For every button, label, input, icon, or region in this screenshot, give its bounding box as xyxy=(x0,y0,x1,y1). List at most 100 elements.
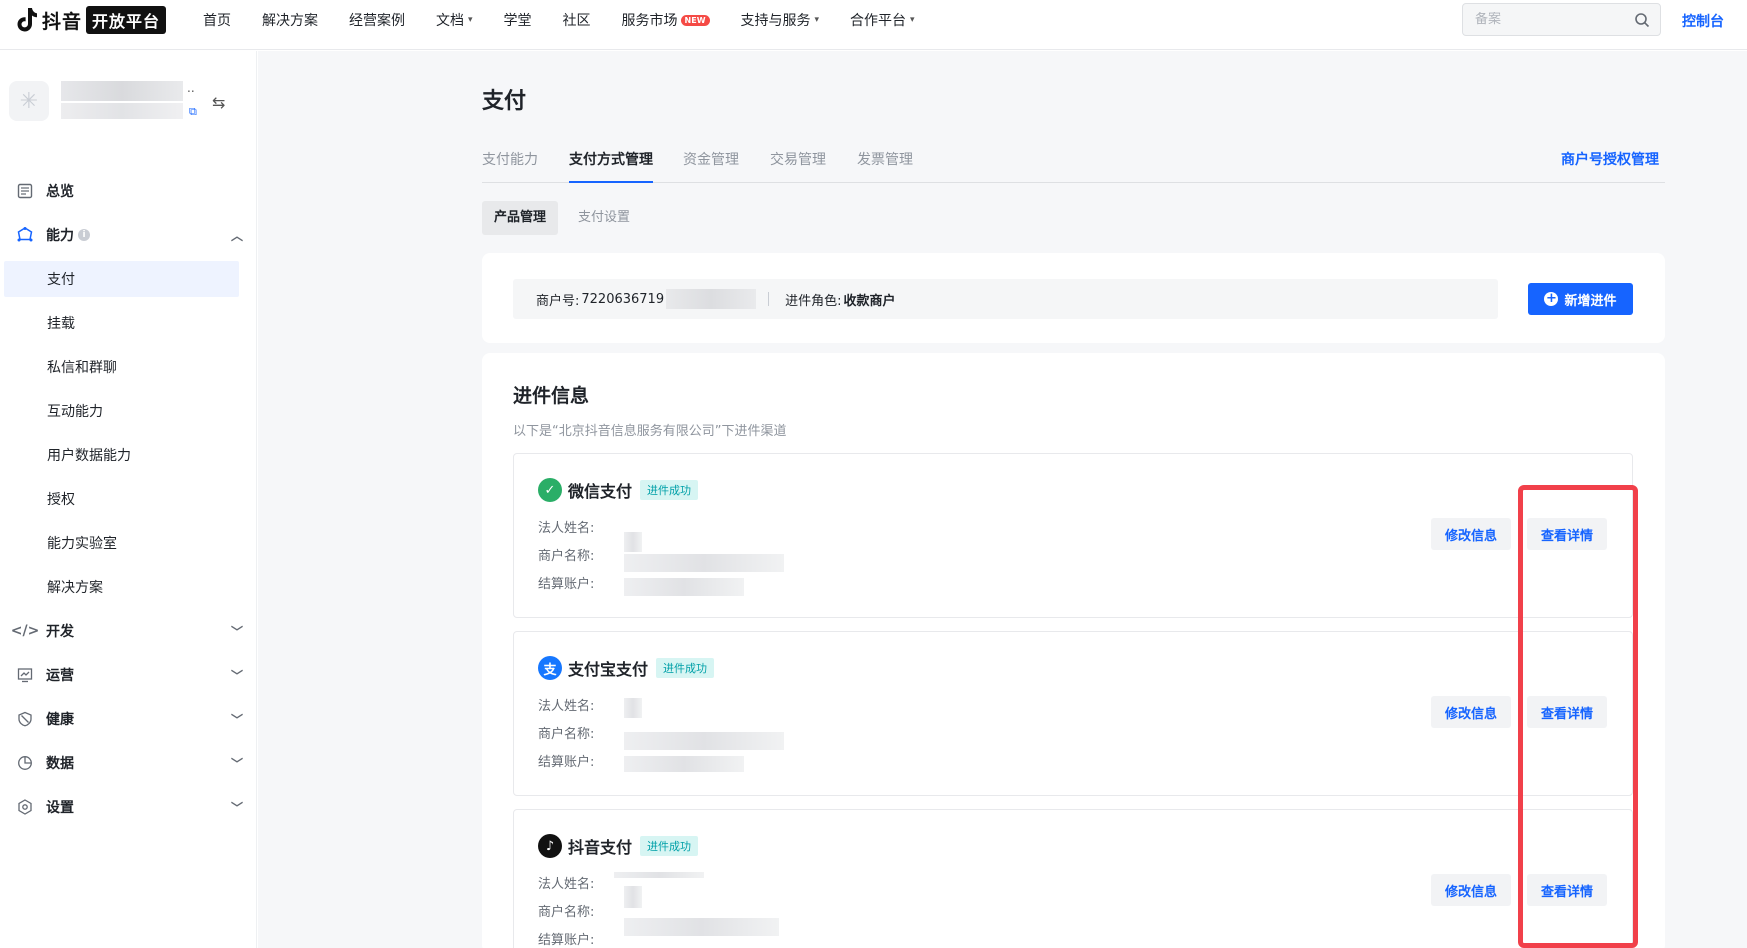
application-info-card: 进件信息 以下是“北京抖音信息服务有限公司”下进件渠道 ✓ 微信支付 进件成功 … xyxy=(482,353,1665,948)
sidebar-item-develop[interactable]: </> 开发 ﹀ xyxy=(0,609,257,653)
sidebar-item-data[interactable]: 数据 ﹀ xyxy=(0,741,257,785)
status-badge: 进件成功 xyxy=(656,658,715,678)
app-id-redacted xyxy=(61,103,183,119)
role-label: 进件角色: xyxy=(785,293,842,309)
nav-item-academy[interactable]: 学堂 xyxy=(504,10,532,30)
search-input[interactable] xyxy=(1475,12,1625,27)
status-badge: 进件成功 xyxy=(640,480,699,500)
sidebar-item-mount[interactable]: 挂载 xyxy=(0,301,257,345)
merchant-card: 商户号: 7220636719 进件角色: 收款商户 + 新增进件 xyxy=(482,253,1665,343)
new-badge: NEW xyxy=(680,14,710,26)
settings-icon xyxy=(16,798,34,816)
sidebar-menu: 总览 能力 i ︿ 支付 挂载 私信和群聊 互动能力 用户数据能力 授权 能力实… xyxy=(0,169,257,829)
add-application-button[interactable]: + 新增进件 xyxy=(1528,283,1633,315)
console-link[interactable]: 控制台 xyxy=(1682,11,1724,31)
legal-name-redacted xyxy=(614,872,704,878)
nav-item-solutions[interactable]: 解决方案 xyxy=(262,10,318,30)
app-avatar[interactable]: ✳ xyxy=(9,81,49,121)
sidebar-item-interaction[interactable]: 互动能力 xyxy=(0,389,257,433)
legal-name-label: 法人姓名: xyxy=(538,521,595,536)
legal-name-label: 法人姓名: xyxy=(538,699,595,714)
tab-funds[interactable]: 资金管理 xyxy=(683,149,739,183)
operation-icon xyxy=(16,666,34,684)
search-icon[interactable] xyxy=(1634,12,1650,28)
search-box xyxy=(1462,3,1661,36)
subtab-bar: 产品管理 支付设置 xyxy=(482,201,650,235)
chevron-up-icon: ︿ xyxy=(230,229,243,243)
edit-info-button[interactable]: 修改信息 xyxy=(1431,874,1511,906)
tab-invoices[interactable]: 发票管理 xyxy=(857,149,913,183)
payment-fields: 法人姓名: 商户名称: 结算账户: xyxy=(538,696,594,780)
sidebar-item-solutions[interactable]: 解决方案 xyxy=(0,565,257,609)
chevron-down-icon: ▾ xyxy=(910,15,915,25)
account-switcher: ✳ .. ⧉ ⇆ xyxy=(9,81,225,121)
settlement-account-label: 结算账户: xyxy=(538,933,595,948)
payment-card-wechat: ✓ 微信支付 进件成功 法人姓名: 商户名称: 结算账户: 修改信息 查看详情 xyxy=(513,453,1633,618)
chevron-down-icon: ﹀ xyxy=(230,757,243,771)
payment-fields: 法人姓名: 商户名称: 结算账户: xyxy=(538,874,594,948)
merchant-name-label: 商户名称: xyxy=(538,727,595,742)
chart-pie-icon xyxy=(16,754,34,772)
merchant-id-value: 7220636719 xyxy=(581,291,665,307)
merchant-id-redacted xyxy=(666,289,757,309)
sidebar-item-lab[interactable]: 能力实验室 xyxy=(0,521,257,565)
highlight-box xyxy=(1518,485,1638,948)
chevron-down-icon: ▾ xyxy=(814,15,820,25)
merchant-id-label: 商户号: xyxy=(536,293,580,309)
nav-item-market[interactable]: 服务市场 NEW xyxy=(622,10,710,30)
sidebar: ✳ .. ⧉ ⇆ 总览 能力 i ︿ 支付 挂载 私信和群聊 互动能力 用户数据… xyxy=(0,51,257,948)
nav-item-partners[interactable]: 合作平台 ▾ xyxy=(850,10,915,30)
brand-logo[interactable]: 抖音 开放平台 xyxy=(16,6,167,34)
nav-item-home[interactable]: 首页 xyxy=(203,10,231,30)
sidebar-item-ability[interactable]: 能力 i ︿ xyxy=(0,213,257,257)
merchant-name-label: 商户名称: xyxy=(538,905,595,920)
payment-name: 抖音支付 xyxy=(568,838,633,857)
chevron-down-icon: ﹀ xyxy=(230,669,243,683)
tab-payment-method[interactable]: 支付方式管理 xyxy=(569,149,653,183)
edit-info-button[interactable]: 修改信息 xyxy=(1431,518,1511,550)
plus-circle-icon: + xyxy=(1544,291,1559,306)
nav-item-support[interactable]: 支持与服务 ▾ xyxy=(741,10,820,30)
payment-header: ✓ 微信支付 进件成功 xyxy=(538,478,699,502)
tab-transactions[interactable]: 交易管理 xyxy=(770,149,826,183)
payment-name: 微信支付 xyxy=(568,482,633,501)
nav-item-cases[interactable]: 经营案例 xyxy=(349,10,405,30)
app-name-redacted xyxy=(61,81,183,101)
alipay-icon: 支 xyxy=(538,656,562,680)
sidebar-item-settings[interactable]: 设置 ﹀ xyxy=(0,785,257,829)
subtab-product[interactable]: 产品管理 xyxy=(482,201,559,235)
info-icon[interactable]: i xyxy=(78,229,90,241)
brand-name: 抖音 xyxy=(42,10,83,33)
subtab-payment-settings[interactable]: 支付设置 xyxy=(566,201,642,235)
sidebar-item-user-data[interactable]: 用户数据能力 xyxy=(0,433,257,477)
sidebar-item-operation[interactable]: 运营 ﹀ xyxy=(0,653,257,697)
legal-name-label: 法人姓名: xyxy=(538,877,595,892)
douyin-pay-icon: ♪ xyxy=(538,834,562,858)
copy-icon[interactable]: ⧉ xyxy=(189,105,197,119)
switch-account-icon[interactable]: ⇆ xyxy=(212,93,225,112)
payment-card-douyin: ♪ 抖音支付 进件成功 法人姓名: 商户名称: 结算账户: 修改信息 查看详情 xyxy=(513,809,1633,948)
edit-info-button[interactable]: 修改信息 xyxy=(1431,696,1511,728)
merchant-auth-link[interactable]: 商户号授权管理 xyxy=(1561,149,1659,169)
sidebar-item-messaging[interactable]: 私信和群聊 xyxy=(0,345,257,389)
nav-item-community[interactable]: 社区 xyxy=(563,10,591,30)
nav-item-docs[interactable]: 文档 ▾ xyxy=(436,10,473,30)
sidebar-item-health[interactable]: 健康 ﹀ xyxy=(0,697,257,741)
health-icon xyxy=(16,710,34,728)
merchant-name-redacted xyxy=(624,918,779,936)
merchant-info-bar: 商户号: 7220636719 进件角色: 收款商户 xyxy=(513,279,1498,319)
section-subtitle: 以下是“北京抖音信息服务有限公司”下进件渠道 xyxy=(513,424,787,439)
role-value: 收款商户 xyxy=(843,293,896,309)
ellipsis-text: .. xyxy=(187,81,195,95)
status-badge: 进件成功 xyxy=(640,836,699,856)
legal-name-redacted xyxy=(624,886,642,908)
sidebar-item-authorization[interactable]: 授权 xyxy=(0,477,257,521)
chevron-down-icon: ﹀ xyxy=(230,801,243,815)
section-title: 进件信息 xyxy=(513,385,590,407)
sidebar-item-overview[interactable]: 总览 xyxy=(0,169,257,213)
wechat-pay-icon: ✓ xyxy=(538,478,562,502)
tab-payment-ability[interactable]: 支付能力 xyxy=(482,149,538,183)
sidebar-item-payment[interactable]: 支付 xyxy=(4,261,239,297)
code-icon: </> xyxy=(10,623,40,639)
chevron-down-icon: ﹀ xyxy=(230,713,243,727)
